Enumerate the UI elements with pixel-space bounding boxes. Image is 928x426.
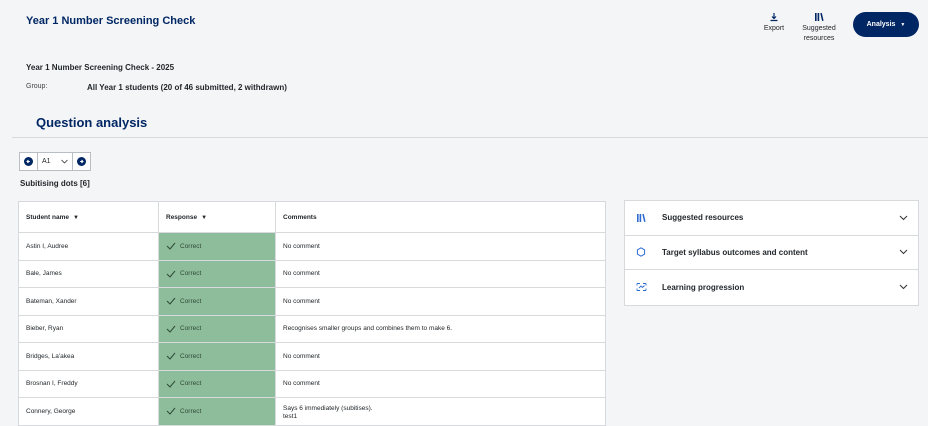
comment-cell: Recognises smaller groups and combines t… bbox=[275, 314, 606, 343]
table-header-row: Student name ▼ Response ▼ Comments bbox=[18, 201, 606, 233]
response-cell: Correct bbox=[158, 232, 276, 261]
comment-cell: No comment bbox=[275, 342, 606, 371]
question-label: Subitising dots [6] bbox=[20, 179, 90, 188]
progression-icon bbox=[635, 282, 647, 292]
check-icon bbox=[166, 242, 176, 250]
student-name-cell: Bale, James bbox=[18, 259, 159, 288]
check-icon bbox=[166, 325, 176, 333]
check-icon bbox=[166, 297, 176, 305]
response-label: Correct bbox=[180, 352, 202, 360]
chevron-down-icon bbox=[61, 159, 68, 164]
response-label: Correct bbox=[180, 407, 202, 415]
library-icon bbox=[635, 213, 647, 223]
suggested-label-line1: Suggested bbox=[802, 25, 836, 32]
chevron-down-icon bbox=[899, 284, 908, 290]
comment-line: Says 6 immediately (subitises). bbox=[283, 404, 373, 412]
check-icon bbox=[166, 352, 176, 360]
column-header-comments: Comments bbox=[275, 201, 606, 233]
response-header-label: Response bbox=[166, 213, 198, 221]
check-subtitle: Year 1 Number Screening Check - 2025 bbox=[26, 63, 175, 72]
response-cell: Correct bbox=[158, 259, 276, 288]
accordion-suggested-resources[interactable]: Suggested resources bbox=[625, 201, 918, 236]
accordion-label: Target syllabus outcomes and content bbox=[662, 247, 808, 257]
accordion-target-syllabus[interactable]: Target syllabus outcomes and content bbox=[625, 236, 918, 270]
student-name-cell: Bieber, Ryan bbox=[18, 314, 159, 343]
comment-line: test1 bbox=[283, 412, 298, 420]
student-name-cell: Bridges, La'akea bbox=[18, 342, 159, 371]
column-header-student-name[interactable]: Student name ▼ bbox=[18, 201, 159, 233]
response-label: Correct bbox=[180, 380, 202, 388]
student-name-cell: Brosnan I, Freddy bbox=[18, 369, 159, 398]
analysis-label: Analysis bbox=[866, 21, 896, 28]
comments-header-label: Comments bbox=[283, 213, 317, 221]
student-name-cell: Bateman, Xander bbox=[18, 287, 159, 316]
page-title: Year 1 Number Screening Check bbox=[26, 15, 196, 27]
table-row: Bridges, La'akea Correct No comment bbox=[18, 342, 606, 371]
response-label: Correct bbox=[180, 242, 202, 250]
column-header-response[interactable]: Response ▼ bbox=[158, 201, 276, 233]
analysis-button[interactable]: Analysis ▼ bbox=[853, 12, 919, 37]
accordion-label: Suggested resources bbox=[662, 213, 744, 223]
response-cell: Correct bbox=[158, 314, 276, 343]
arrow-right-icon bbox=[77, 157, 86, 166]
chevron-down-icon bbox=[899, 215, 908, 220]
hexagon-icon bbox=[635, 247, 647, 258]
student-name-cell: Connery, George bbox=[18, 397, 159, 426]
caret-down-icon: ▼ bbox=[900, 21, 906, 28]
comment-cell: No comment bbox=[275, 232, 606, 261]
suggested-resources-button[interactable]: Suggested resources bbox=[798, 12, 840, 44]
table-row: Bieber, Ryan Correct Recognises smaller … bbox=[18, 314, 606, 343]
section-title: Question analysis bbox=[36, 115, 148, 130]
group-label: Group: bbox=[26, 83, 48, 90]
table-row: Bale, James Correct No comment bbox=[18, 259, 606, 288]
download-icon bbox=[770, 13, 778, 22]
response-cell: Correct bbox=[158, 397, 276, 426]
response-cell: Correct bbox=[158, 369, 276, 398]
comment-cell: No comment bbox=[275, 259, 606, 288]
export-label: Export bbox=[763, 25, 785, 32]
student-name-cell: Astin I, Audree bbox=[18, 232, 159, 261]
sort-icon: ▼ bbox=[72, 214, 79, 221]
sort-icon: ▼ bbox=[201, 214, 208, 221]
table-row: Bateman, Xander Correct No comment bbox=[18, 287, 606, 316]
response-cell: Correct bbox=[158, 287, 276, 316]
chevron-down-icon bbox=[899, 249, 908, 255]
student-name-header-label: Student name bbox=[26, 213, 69, 221]
next-question-button[interactable] bbox=[73, 153, 90, 170]
arrow-left-icon bbox=[24, 157, 33, 166]
resources-panel: Suggested resources Target syllabus outc… bbox=[624, 200, 919, 306]
library-icon bbox=[815, 12, 824, 21]
response-label: Correct bbox=[180, 325, 202, 333]
question-select-value: A1 bbox=[42, 158, 51, 165]
response-cell: Correct bbox=[158, 342, 276, 371]
suggested-label-line2: resources bbox=[803, 35, 835, 42]
export-button[interactable]: Export bbox=[760, 12, 788, 34]
table-row: Astin I, Audree Correct No comment bbox=[18, 232, 606, 261]
question-navigator: A1 bbox=[19, 152, 91, 171]
comment-cell: No comment bbox=[275, 287, 606, 316]
previous-question-button[interactable] bbox=[20, 153, 37, 170]
table-row: Connery, George Correct Says 6 immediate… bbox=[18, 397, 606, 426]
comment-cell: Says 6 immediately (subitises). test1 bbox=[275, 397, 606, 426]
group-value: All Year 1 students (20 of 46 submitted,… bbox=[87, 83, 287, 92]
check-icon bbox=[166, 380, 176, 388]
comment-cell: No comment bbox=[275, 369, 606, 398]
responses-table: Student name ▼ Response ▼ Comments Astin I… bbox=[18, 201, 606, 426]
divider bbox=[12, 137, 928, 138]
accordion-label: Learning progression bbox=[662, 282, 745, 292]
question-select[interactable]: A1 bbox=[37, 153, 73, 170]
response-label: Correct bbox=[180, 297, 202, 305]
response-label: Correct bbox=[180, 270, 202, 278]
check-icon bbox=[166, 270, 176, 278]
table-row: Brosnan I, Freddy Correct No comment bbox=[18, 369, 606, 398]
check-icon bbox=[166, 407, 176, 415]
accordion-learning-progression[interactable]: Learning progression bbox=[625, 270, 918, 305]
